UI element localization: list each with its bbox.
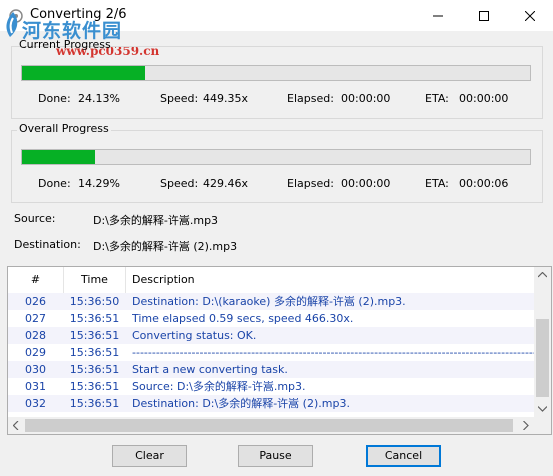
scroll-up-icon[interactable] — [538, 272, 547, 278]
overall-eta-label: ETA: — [425, 177, 449, 190]
log-row[interactable]: 032 15:36:51 Destination: D:\多余的解释-许嵩 (2).… — [8, 395, 535, 412]
overall-speed-value: 429.46x — [203, 177, 248, 190]
column-header-description[interactable]: Description — [126, 267, 540, 293]
log-row-number: 032 — [25, 397, 46, 410]
overall-elapsed-label: Elapsed: — [287, 177, 334, 190]
log-row-number: 028 — [25, 329, 46, 342]
current-done-label: Done: — [38, 92, 71, 105]
log-row-number: 027 — [25, 312, 46, 325]
log-row-description: Time elapsed 0.59 secs, speed 466.30x. — [132, 312, 354, 325]
horizontal-scrollbar[interactable] — [8, 417, 551, 434]
overall-progress-fill — [22, 150, 95, 164]
log-row-time: 15:36:51 — [69, 380, 120, 393]
overall-speed-label: Speed: — [160, 177, 199, 190]
log-row[interactable]: 028 15:36:51 Converting status: OK. — [8, 327, 535, 344]
overall-eta-value: 00:00:06 — [459, 177, 509, 190]
close-icon — [525, 10, 535, 21]
overall-elapsed-value: 00:00:00 — [341, 177, 391, 190]
current-progress-label: Current Progress — [19, 38, 111, 51]
log-row-description: Destination: D:\多余的解释-许嵩 (2).mp3. — [132, 397, 350, 410]
destination-value: D:\多余的解释-许嵩 (2).mp3 — [93, 240, 238, 253]
vertical-scroll-thumb[interactable] — [536, 319, 549, 397]
cancel-button[interactable]: Cancel — [366, 445, 441, 467]
watermark-logo-icon — [6, 12, 18, 37]
log-row-time: 15:36:51 — [69, 363, 120, 376]
overall-done-value: 14.29% — [78, 177, 120, 190]
current-speed-label: Speed: — [160, 92, 199, 105]
minimize-button[interactable] — [415, 0, 461, 31]
column-header-number[interactable]: # — [8, 267, 64, 293]
log-row-time: 15:36:51 — [69, 329, 120, 342]
log-list[interactable]: # Time Description 026 15:36:50 Destinatio… — [7, 266, 552, 435]
source-label: Source: — [14, 212, 56, 225]
log-row-number: 031 — [25, 380, 46, 393]
log-row-description: Destination: D:\(karaoke) 多余的解释-许嵩 (2).m… — [132, 295, 406, 308]
overall-done-label: Done: — [38, 177, 71, 190]
log-row-number: 029 — [25, 346, 46, 359]
current-elapsed-value: 00:00:00 — [341, 92, 391, 105]
log-row-number: 030 — [25, 363, 46, 376]
maximize-button[interactable] — [461, 0, 507, 31]
log-row-time: 15:36:51 — [69, 312, 120, 325]
log-header: # Time Description — [8, 267, 535, 294]
log-row-time: 15:36:51 — [69, 397, 120, 410]
current-progress-fill — [22, 66, 145, 80]
close-button[interactable] — [507, 0, 553, 31]
horizontal-scroll-thumb[interactable] — [25, 419, 513, 432]
log-row[interactable]: 031 15:36:51 Source: D:\多余的解释-许嵩.mp3. — [8, 378, 535, 395]
log-row[interactable]: 027 15:36:51 Time elapsed 0.59 secs, speed… — [8, 310, 535, 327]
overall-progress-label: Overall Progress — [17, 122, 111, 135]
overall-progress-group — [11, 130, 543, 203]
log-row-description: ----------------------------------------… — [132, 346, 535, 359]
log-row-description: Converting status: OK. — [132, 329, 257, 342]
log-row-description: Start a new converting task. — [132, 363, 288, 376]
log-row-description: Source: D:\多余的解释-许嵩.mp3. — [132, 380, 306, 393]
current-progress-bar — [21, 65, 531, 81]
current-eta-label: ETA: — [425, 92, 449, 105]
destination-label: Destination: — [14, 238, 81, 251]
log-row-time: 15:36:51 — [69, 346, 120, 359]
log-row[interactable]: 026 15:36:50 Destination: D:\(karaoke) 多余的… — [8, 293, 535, 310]
source-value: D:\多余的解释-许嵩.mp3 — [93, 214, 219, 227]
scroll-down-icon[interactable] — [538, 406, 547, 412]
clear-button[interactable]: Clear — [112, 445, 187, 467]
pause-button[interactable]: Pause — [238, 445, 313, 467]
current-progress-group — [11, 46, 543, 119]
log-row[interactable]: 030 15:36:51 Start a new converting task. — [8, 361, 535, 378]
log-row-time: 15:36:50 — [69, 295, 120, 308]
current-elapsed-label: Elapsed: — [287, 92, 334, 105]
vertical-scrollbar[interactable] — [534, 267, 551, 417]
overall-progress-bar — [21, 149, 531, 165]
current-eta-value: 00:00:00 — [459, 92, 509, 105]
scroll-right-icon[interactable] — [523, 421, 529, 430]
log-row[interactable]: 029 15:36:51 -----------------------------… — [8, 344, 535, 361]
minimize-icon — [433, 15, 443, 16]
column-header-time[interactable]: Time — [64, 267, 126, 293]
current-speed-value: 449.35x — [203, 92, 248, 105]
maximize-icon — [479, 10, 489, 21]
current-done-value: 24.13% — [78, 92, 120, 105]
log-row-number: 026 — [25, 295, 46, 308]
scroll-left-icon[interactable] — [13, 421, 19, 430]
